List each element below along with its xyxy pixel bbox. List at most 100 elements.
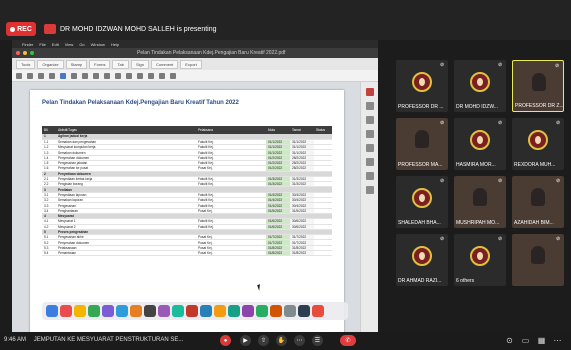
next-page-icon[interactable] <box>82 72 88 79</box>
action-plan-table: Bil. Aktiviti/Tugas Pelaksana Mula Tamat Stat… <box>42 126 332 257</box>
avatar <box>470 246 490 266</box>
participant-tile[interactable]: ⊘ REXDORA MUH... <box>512 118 564 170</box>
sign-icon[interactable] <box>170 72 176 79</box>
dock-app-icon[interactable] <box>46 305 58 317</box>
zoom-in-icon[interactable] <box>126 72 132 79</box>
tool-tab[interactable]: Sign <box>130 59 149 69</box>
dock-app-icon[interactable] <box>214 305 226 317</box>
participant-tile[interactable]: ⊘ DR MOHD IDZW... <box>454 60 506 112</box>
window-title: Pelan Tindakan Pelaksanaan Kdej.Pengajia… <box>137 50 286 56</box>
fill-sign-icon[interactable] <box>365 172 374 180</box>
video-button[interactable]: ▶ <box>240 335 251 346</box>
dock-app-icon[interactable] <box>102 305 114 317</box>
participant-video-feed <box>531 246 545 264</box>
comment-icon[interactable] <box>137 72 143 79</box>
organize-pages-icon[interactable] <box>365 158 374 166</box>
export-pdf-icon[interactable] <box>365 116 374 124</box>
participant-tile[interactable]: ⊘ SHALEDAH BHA... <box>396 176 448 228</box>
menubar-item[interactable]: Finder <box>22 42 33 47</box>
email-icon[interactable] <box>38 72 44 79</box>
more-tools-icon[interactable] <box>365 186 374 194</box>
dock-app-icon[interactable] <box>88 305 100 317</box>
dock-app-icon[interactable] <box>256 305 268 317</box>
select-tool-icon[interactable] <box>93 72 99 79</box>
participant-tile[interactable]: ⊘ HASMIRA MOR... <box>454 118 506 170</box>
recording-badge[interactable]: REC <box>6 22 36 36</box>
dock-app-icon[interactable] <box>284 305 296 317</box>
tool-tab[interactable]: Tools <box>16 59 36 69</box>
dock-app-icon[interactable] <box>130 305 142 317</box>
dock-app-icon[interactable] <box>158 305 170 317</box>
document-title: Pelan Tindakan Pelaksanaan Kdej.Pengajia… <box>42 100 239 106</box>
leave-meeting-button[interactable]: ✆ <box>340 335 356 346</box>
muted-mic-icon: ⊘ <box>498 62 503 68</box>
participant-tile[interactable]: ⊘ DR AHMAD RAZI... <box>396 234 448 286</box>
participant-name: DR AHMAD RAZI... <box>398 278 442 284</box>
tool-tab[interactable]: Organize <box>37 59 64 69</box>
security-icon[interactable]: ⊙ <box>505 336 514 345</box>
tool-tab[interactable]: Forms <box>89 59 111 69</box>
participant-tile[interactable]: ⊘ <box>512 234 564 286</box>
clock-time: 9:46 AM <box>4 337 27 343</box>
menubar-item[interactable]: View <box>65 42 74 47</box>
hand-tool-icon[interactable] <box>104 72 110 79</box>
close-window-icon[interactable] <box>16 51 20 55</box>
comment-tool-icon[interactable] <box>365 130 374 138</box>
participant-tile[interactable]: ⊘ PROFESSOR MA... <box>396 118 448 170</box>
dock-app-icon[interactable] <box>270 305 282 317</box>
minimize-window-icon[interactable] <box>23 51 27 55</box>
combine-files-icon[interactable] <box>365 144 374 152</box>
dock-app-icon[interactable] <box>228 305 240 317</box>
dock-app-icon[interactable] <box>74 305 86 317</box>
print-icon[interactable] <box>27 72 33 79</box>
participant-tile[interactable]: ⊘ PROFESSOR DR ... <box>396 60 448 112</box>
menubar-item[interactable]: Help <box>111 42 119 47</box>
create-pdf-icon[interactable] <box>365 88 374 96</box>
zoom-meeting-window: REC DR MOHD IDZWAN MOHD SALLEH is presen… <box>0 0 571 350</box>
dock-app-icon[interactable] <box>116 305 128 317</box>
tool-tab[interactable]: Stamp <box>65 59 88 69</box>
apps-icon[interactable]: ▦ <box>537 336 546 345</box>
chat-icon[interactable]: ▭ <box>521 336 530 345</box>
dock-app-icon[interactable] <box>144 305 156 317</box>
dock-app-icon[interactable] <box>312 305 324 317</box>
menubar-item[interactable]: File <box>39 42 45 47</box>
reactions-button[interactable]: ✋ <box>276 335 287 346</box>
table-row: 5.4 Pemantauan Pusat Kej. 01/8/2022 31/8/202… <box>42 250 332 257</box>
presenting-text: DR MOHD IDZWAN MOHD SALLEH is presenting <box>60 25 217 33</box>
previous-page-icon[interactable] <box>71 72 77 79</box>
upload-icon[interactable] <box>60 72 66 79</box>
dock-app-icon[interactable] <box>172 305 184 317</box>
participant-tile[interactable]: ⊘ PROFESSOR DR Z... <box>512 60 564 112</box>
pdf-tool-tabs: Tools Organize Stamp Forms Tab Sign Comment Exp… <box>12 58 378 70</box>
menubar-item[interactable]: Window <box>91 42 105 47</box>
tool-tab[interactable]: Tab <box>112 59 129 69</box>
menubar-item[interactable]: Edit <box>52 42 59 47</box>
participants-button[interactable]: ☰ <box>312 335 323 346</box>
share-screen-button[interactable]: ⇧ <box>258 335 269 346</box>
dock-app-icon[interactable] <box>242 305 254 317</box>
participant-tile[interactable]: ⊘ MUSHRIPAH MO... <box>454 176 506 228</box>
dock-app-icon[interactable] <box>298 305 310 317</box>
dock-app-icon[interactable] <box>200 305 212 317</box>
more-icon[interactable]: ⋯ <box>553 336 562 345</box>
dock-app-icon[interactable] <box>186 305 198 317</box>
participant-tile[interactable]: ⊘ 6 others <box>454 234 506 286</box>
menubar-item[interactable]: Go <box>79 42 84 47</box>
more-options-button[interactable]: ⋯ <box>294 335 305 346</box>
pen-icon[interactable] <box>159 72 165 79</box>
highlight-icon[interactable] <box>148 72 154 79</box>
mute-button[interactable]: ● <box>220 335 231 346</box>
participant-tile[interactable]: ⊘ AZAHIDAH BIM... <box>512 176 564 228</box>
tool-tab[interactable]: Export <box>180 59 202 69</box>
meeting-info: 9:46 AM JEMPUTAN KE MESYUARAT PENSTRUKTU… <box>4 337 183 343</box>
table-cell: 31/8/2022 <box>290 250 314 257</box>
search-icon[interactable] <box>49 72 55 79</box>
edit-pdf-icon[interactable] <box>365 102 374 110</box>
save-icon[interactable] <box>16 72 22 79</box>
zoom-out-icon[interactable] <box>115 72 121 79</box>
table-cell: Pusat Kej. <box>196 250 266 257</box>
maximize-window-icon[interactable] <box>30 51 34 55</box>
tool-tab[interactable]: Comment <box>150 59 179 69</box>
dock-app-icon[interactable] <box>60 305 72 317</box>
